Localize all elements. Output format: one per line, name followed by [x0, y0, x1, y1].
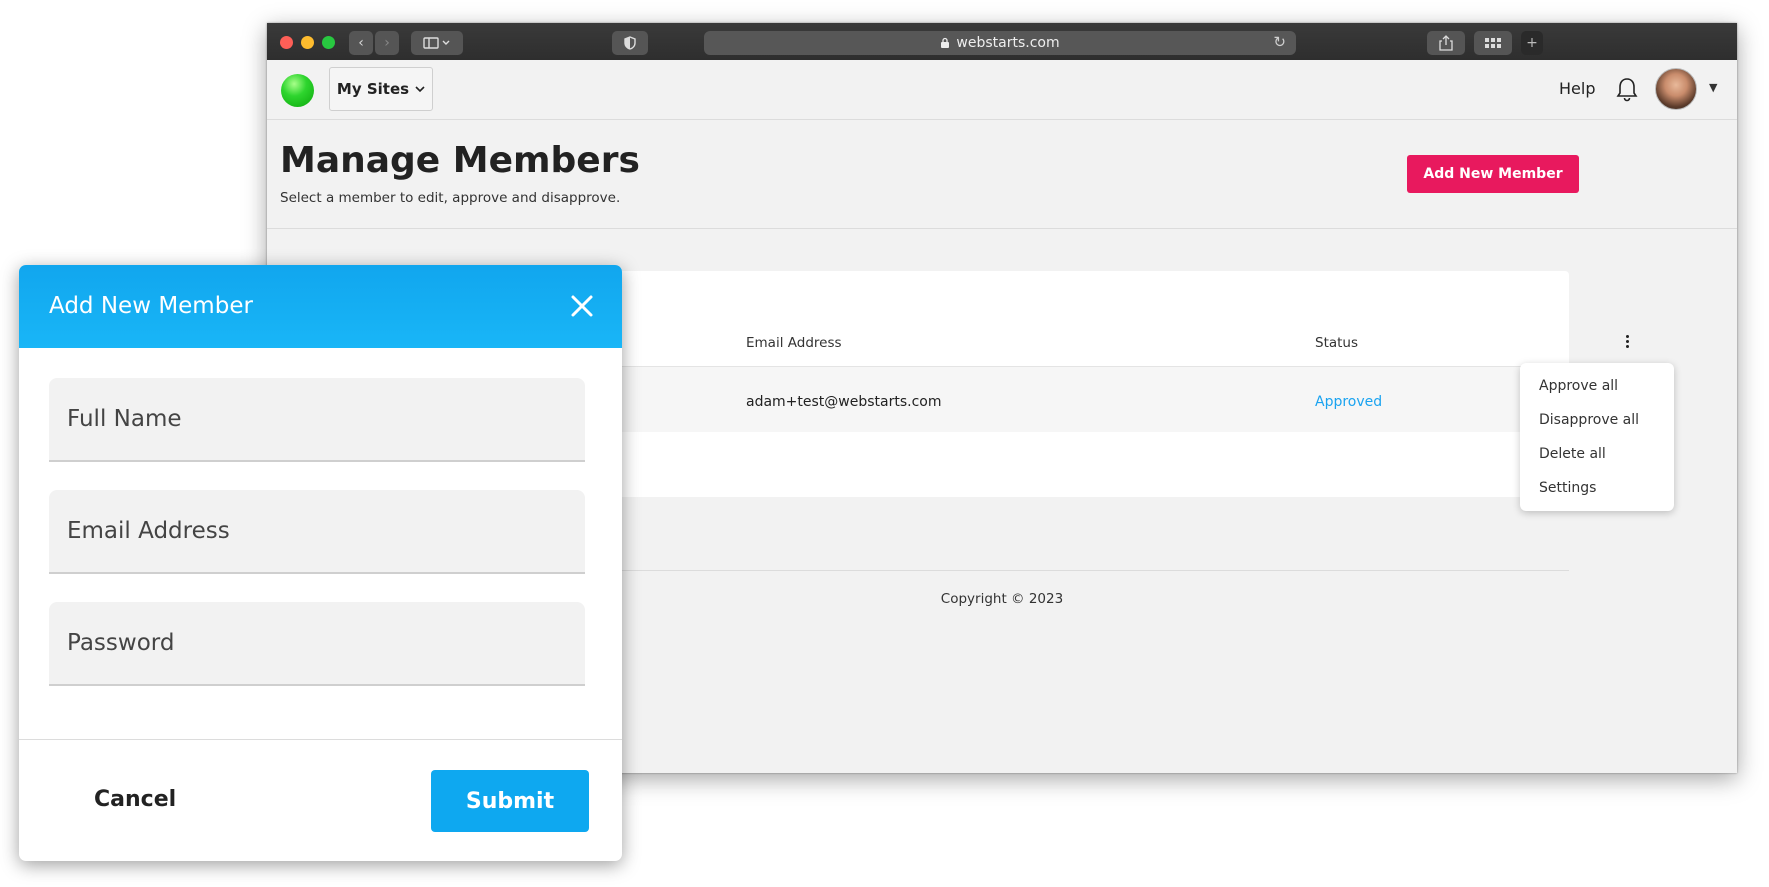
menu-item-delete-all[interactable]: Delete all	[1520, 437, 1674, 471]
stage: ‹ › webstarts.com ↻ + My Sites Help ▼ Ma…	[0, 0, 1769, 887]
full-name-field	[49, 378, 585, 462]
email-address-input[interactable]	[49, 490, 585, 572]
full-name-input[interactable]	[49, 378, 585, 460]
user-avatar[interactable]	[1655, 68, 1697, 110]
share-icon[interactable]	[1427, 31, 1465, 55]
page-title: Manage Members	[280, 140, 640, 181]
column-header-email[interactable]: Email Address	[746, 335, 842, 351]
menu-item-settings[interactable]: Settings	[1520, 471, 1674, 505]
header-divider	[267, 228, 1737, 229]
privacy-shield-icon[interactable]	[612, 31, 648, 55]
close-window-button[interactable]	[280, 36, 293, 49]
password-field	[49, 602, 585, 686]
add-new-member-button[interactable]: Add New Member	[1407, 155, 1579, 193]
back-arrow-icon[interactable]: ‹	[349, 31, 373, 55]
forward-arrow-icon[interactable]: ›	[375, 31, 399, 55]
menu-item-approve-all[interactable]: Approve all	[1520, 369, 1674, 403]
sidebar-toggle-icon[interactable]	[411, 31, 463, 55]
column-header-status[interactable]: Status	[1315, 335, 1358, 351]
password-input[interactable]	[49, 602, 585, 684]
new-tab-icon[interactable]: +	[1521, 31, 1543, 55]
modal-header: Add New Member	[19, 265, 622, 348]
more-options-icon[interactable]	[1622, 329, 1632, 353]
address-bar[interactable]: webstarts.com ↻	[704, 31, 1296, 55]
chevron-down-icon	[415, 85, 425, 92]
cancel-button[interactable]: Cancel	[94, 787, 176, 812]
account-menu-caret-icon[interactable]: ▼	[1709, 81, 1717, 94]
submit-button[interactable]: Submit	[431, 770, 589, 832]
modal-footer-divider	[19, 739, 622, 740]
webstarts-logo[interactable]	[281, 74, 314, 107]
close-icon[interactable]	[566, 290, 598, 322]
notifications-bell-icon[interactable]	[1612, 74, 1642, 104]
member-email: adam+test@webstarts.com	[746, 394, 942, 410]
lock-icon	[941, 37, 950, 48]
email-address-field	[49, 490, 585, 574]
page-subtitle: Select a member to edit, approve and dis…	[280, 190, 621, 206]
my-sites-dropdown[interactable]: My Sites	[329, 67, 433, 111]
my-sites-label: My Sites	[336, 80, 410, 98]
menu-item-disapprove-all[interactable]: Disapprove all	[1520, 403, 1674, 437]
member-status[interactable]: Approved	[1315, 394, 1382, 410]
browser-titlebar: ‹ › webstarts.com ↻ +	[267, 23, 1737, 60]
add-member-modal: Add New Member Cancel Submit	[19, 265, 622, 861]
zoom-window-button[interactable]	[322, 36, 335, 49]
modal-title: Add New Member	[49, 293, 253, 319]
table-row[interactable]	[537, 367, 1569, 432]
reload-icon[interactable]: ↻	[1273, 33, 1286, 51]
bulk-actions-menu: Approve all Disapprove all Delete all Se…	[1520, 363, 1674, 511]
address-bar-url: webstarts.com	[956, 35, 1060, 51]
help-link[interactable]: Help	[1559, 79, 1595, 98]
minimize-window-button[interactable]	[301, 36, 314, 49]
app-header: My Sites Help ▼	[267, 60, 1737, 120]
tab-overview-icon[interactable]	[1474, 31, 1512, 55]
